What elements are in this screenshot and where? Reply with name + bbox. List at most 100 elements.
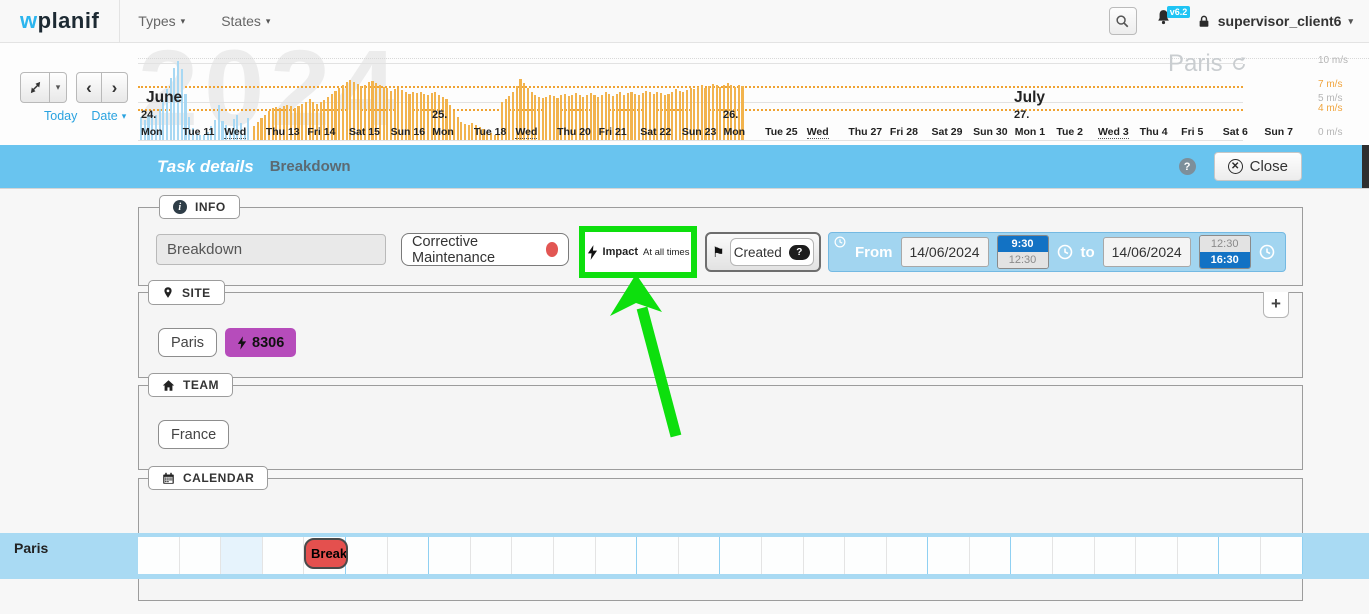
- day-label: Mon: [141, 126, 163, 138]
- menu-states[interactable]: States▾: [203, 13, 288, 29]
- day-label: Fri 28: [890, 126, 918, 138]
- to-time-button[interactable]: [1259, 244, 1275, 260]
- day-label: Tue 11: [183, 126, 215, 138]
- calendar-cell[interactable]: [762, 537, 804, 574]
- calendar-tab[interactable]: CALENDAR: [148, 466, 268, 490]
- calendar-cell[interactable]: [637, 537, 679, 574]
- wind-bar: [719, 87, 721, 140]
- wind-bar: [512, 92, 514, 140]
- expand-button[interactable]: [20, 72, 50, 103]
- to-date-input[interactable]: 14/06/2024: [1103, 237, 1191, 267]
- calendar-cell[interactable]: [429, 537, 471, 574]
- calendar-cell[interactable]: [1011, 537, 1053, 574]
- close-icon: ✕: [1228, 159, 1243, 174]
- app-logo[interactable]: wplanif: [0, 8, 119, 34]
- wind-bar: [679, 91, 681, 140]
- notifications-button[interactable]: v6.2: [1155, 8, 1179, 34]
- to-time-selector[interactable]: 12:30 16:30: [1199, 235, 1251, 269]
- team-chip-france[interactable]: France: [158, 420, 229, 449]
- impact-button[interactable]: Impact At all times: [585, 232, 691, 272]
- today-link[interactable]: Today: [44, 109, 77, 123]
- calendar-cell[interactable]: [388, 537, 430, 574]
- task-type-button[interactable]: Corrective Maintenance: [401, 233, 569, 266]
- calendar-cell[interactable]: [1095, 537, 1137, 574]
- search-button[interactable]: [1109, 7, 1137, 35]
- info-icon: i: [173, 200, 187, 214]
- calendar-cell[interactable]: [512, 537, 554, 574]
- calendar-cell[interactable]: [1219, 537, 1261, 574]
- from-date-input[interactable]: 14/06/2024: [901, 237, 989, 267]
- period-panel: From 14/06/2024 9:30 12:30 to 14/06/2024…: [828, 232, 1286, 272]
- calendar-cell[interactable]: [138, 537, 180, 574]
- calendar-cell[interactable]: [180, 537, 222, 574]
- chevron-down-icon: ▾: [181, 16, 186, 27]
- calendar-cell[interactable]: [596, 537, 638, 574]
- resize-diagonal-icon: [29, 81, 42, 94]
- close-label: Close: [1250, 158, 1288, 175]
- site-chip-paris[interactable]: Paris: [158, 328, 217, 357]
- menu-types[interactable]: Types▾: [120, 13, 203, 29]
- from-time-selector[interactable]: 9:30 12:30: [997, 235, 1049, 269]
- task-name-input[interactable]: [156, 234, 386, 265]
- menu-states-label: States: [221, 13, 261, 29]
- calendar-tab-label: CALENDAR: [183, 471, 254, 485]
- from-time-selected[interactable]: 9:30: [998, 236, 1048, 252]
- calendar-cell[interactable]: [263, 537, 305, 574]
- calendar-cell[interactable]: [1053, 537, 1095, 574]
- day-label: Sun 7: [1264, 126, 1293, 138]
- wind-bar: [170, 78, 172, 140]
- calendar-cell[interactable]: [887, 537, 929, 574]
- info-tab[interactable]: i INFO: [159, 195, 240, 219]
- calendar-cell[interactable]: [554, 537, 596, 574]
- day-label: Wed: [224, 126, 246, 139]
- main-menu: Types▾ States▾: [119, 0, 288, 43]
- state-label: Created: [734, 245, 782, 260]
- calendar-cell[interactable]: [221, 537, 263, 574]
- calendar-cell[interactable]: [1178, 537, 1220, 574]
- calendar-cell[interactable]: [1261, 537, 1303, 574]
- help-button[interactable]: ?: [1179, 158, 1196, 175]
- day-label: Thu 20: [557, 126, 591, 138]
- to-time-selected[interactable]: 16:30: [1200, 252, 1250, 268]
- team-tab[interactable]: TEAM: [148, 373, 233, 397]
- day-label: Sat 6: [1223, 126, 1248, 138]
- calendar-cell[interactable]: [845, 537, 887, 574]
- from-time-option[interactable]: 12:30: [998, 252, 1048, 268]
- calendar-cell[interactable]: [720, 537, 762, 574]
- day-label: Mon: [723, 126, 745, 138]
- wind-bar: [464, 124, 466, 140]
- calendar-cell[interactable]: [928, 537, 970, 574]
- wind-bar: [386, 88, 388, 140]
- location-pin-icon: [162, 285, 174, 300]
- equipment-chip[interactable]: 8306: [225, 328, 296, 357]
- add-site-button[interactable]: +: [1263, 292, 1289, 318]
- state-button[interactable]: Created ?: [730, 238, 814, 266]
- to-time-option[interactable]: 12:30: [1200, 236, 1250, 252]
- search-icon: [1115, 14, 1130, 29]
- station-label[interactable]: Paris: [1168, 50, 1247, 78]
- timeline-header: 2024 JuneJuly24.25.26.27.MonTue 11WedThu…: [0, 43, 1369, 145]
- task-pill[interactable]: Breakdown: [304, 538, 348, 569]
- wind-bar: [457, 117, 459, 140]
- panel-edge: [1362, 145, 1369, 188]
- previous-button[interactable]: ‹: [76, 72, 102, 103]
- week-number-label: 25.: [432, 109, 447, 121]
- calendar-cell[interactable]: [471, 537, 513, 574]
- calendar-cell[interactable]: [970, 537, 1012, 574]
- calendar-cell[interactable]: [346, 537, 388, 574]
- close-button[interactable]: ✕ Close: [1214, 152, 1302, 181]
- from-time-button[interactable]: [1057, 244, 1073, 260]
- expand-options-button[interactable]: ▾: [50, 72, 67, 103]
- site-tab[interactable]: SITE: [148, 280, 225, 305]
- next-button[interactable]: ›: [102, 72, 128, 103]
- calendar-cell[interactable]: [1136, 537, 1178, 574]
- calendar-cell[interactable]: [679, 537, 721, 574]
- today-label: Today: [44, 109, 77, 123]
- calendar-cell[interactable]: [804, 537, 846, 574]
- task-name: Breakdown: [270, 158, 351, 175]
- day-label: Mon: [432, 126, 454, 138]
- wind-bar: [508, 96, 510, 140]
- day-label: Sun 30: [973, 126, 1007, 138]
- date-link[interactable]: Date▾: [91, 109, 126, 123]
- user-menu[interactable]: supervisor_client6 ▾: [1197, 13, 1353, 29]
